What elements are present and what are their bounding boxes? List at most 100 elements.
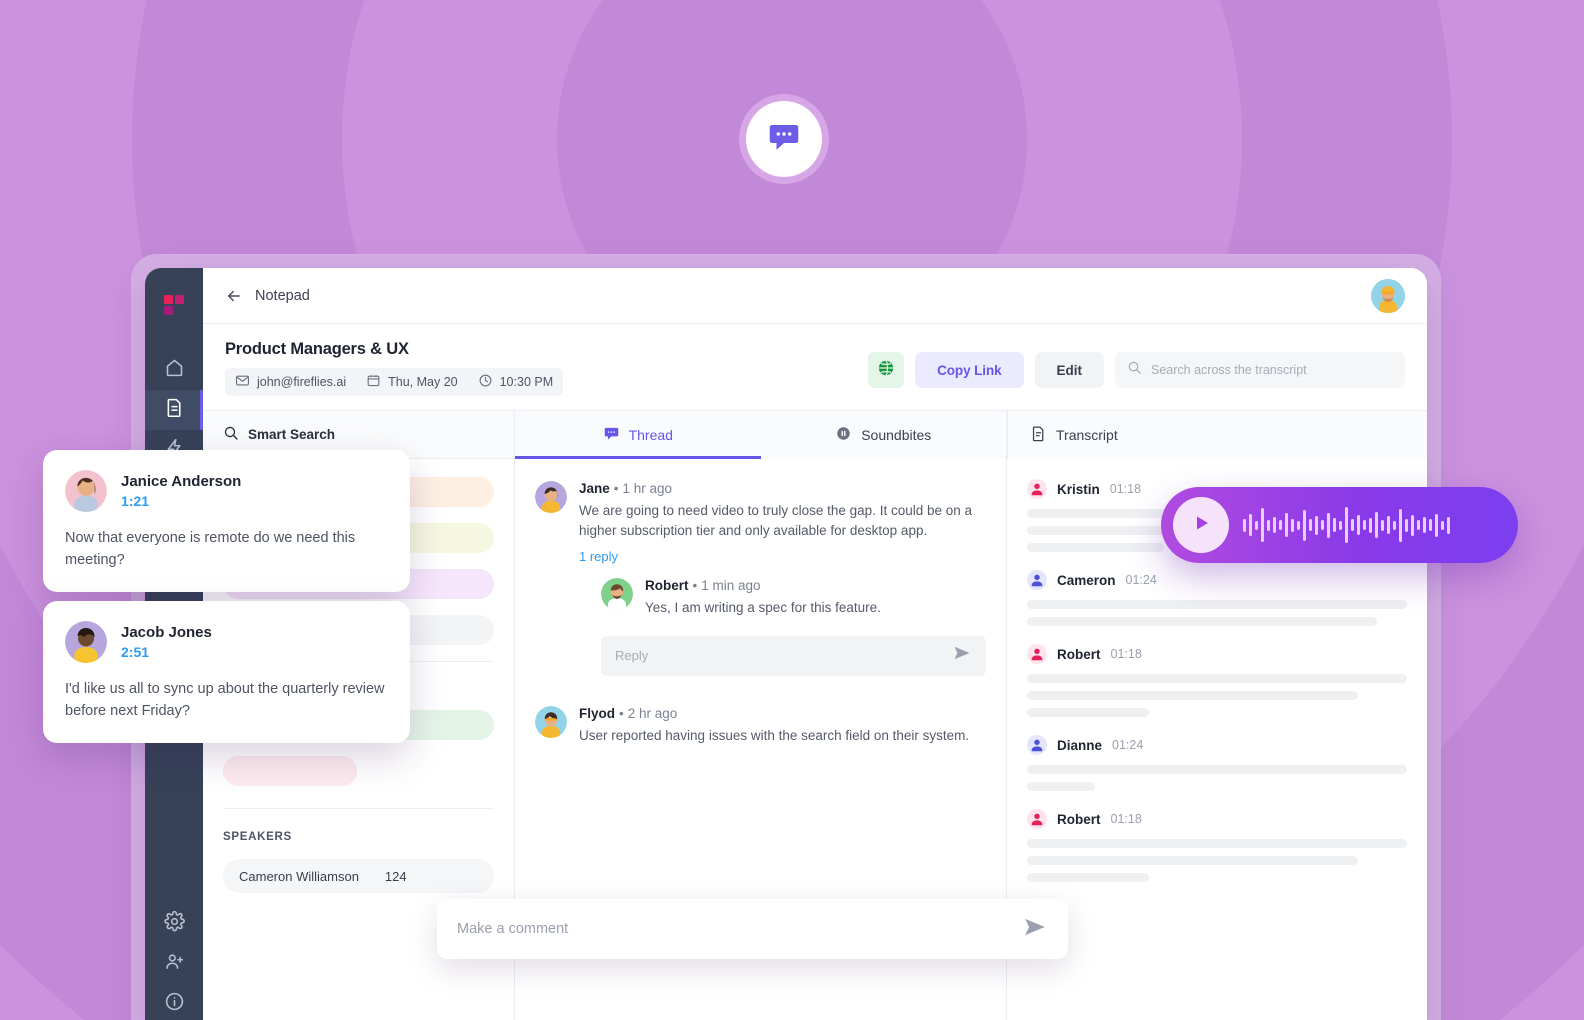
- app-badge: [746, 101, 822, 177]
- floating-comment-header: Janice Anderson 1:21: [65, 470, 388, 512]
- comment-text: User reported having issues with the sea…: [579, 727, 970, 743]
- meeting-actions: Copy Link Edit Search across the transcr…: [868, 340, 1405, 388]
- avatar: [65, 470, 107, 512]
- transcript-speaker: Robert: [1057, 646, 1101, 662]
- sidebar-item-invite[interactable]: [145, 944, 203, 984]
- avatar: [535, 481, 567, 513]
- back-arrow-icon[interactable]: [225, 287, 243, 305]
- person-icon: [1027, 735, 1047, 755]
- reply-body: Robert • 1 min ago Yes, I am writing a spe…: [645, 578, 986, 618]
- separator-dot: •: [619, 705, 624, 721]
- transcript-line-placeholder: [1027, 691, 1358, 700]
- speaker-count: 124: [384, 868, 407, 884]
- avatar[interactable]: [1371, 278, 1405, 313]
- transcript-entry[interactable]: Dianne 01:24: [1027, 735, 1407, 791]
- edit-button[interactable]: Edit: [1034, 352, 1104, 388]
- fireflies-logo[interactable]: [159, 290, 189, 320]
- play-button[interactable]: [1173, 497, 1229, 553]
- sentiment-pill-placeholder[interactable]: [223, 756, 357, 786]
- document-icon: [1030, 425, 1047, 445]
- transcript-time: 01:18: [1109, 482, 1142, 496]
- transcript-line-placeholder: [1027, 856, 1358, 865]
- sidebar-item-home[interactable]: [145, 350, 203, 390]
- chat-bubble-icon: [766, 119, 802, 160]
- send-icon[interactable]: [952, 643, 972, 668]
- search-placeholder: Search across the transcript: [1151, 363, 1307, 377]
- transcript-speaker: Kristin: [1057, 481, 1100, 497]
- transcript-entry[interactable]: Cameron 01:24: [1027, 570, 1407, 626]
- copy-link-button[interactable]: Copy Link: [915, 352, 1024, 388]
- thread-comment: Jane • 1 hr ago We are going to need video…: [535, 481, 986, 676]
- share-public-button[interactable]: [868, 352, 905, 388]
- search-input[interactable]: Search across the transcript: [1115, 352, 1405, 388]
- audio-player[interactable]: [1161, 487, 1518, 563]
- play-icon: [1189, 511, 1213, 540]
- transcript-time: 01:18: [1110, 812, 1142, 826]
- tab-transcript-label: Transcript: [1056, 427, 1118, 443]
- tab-transcript[interactable]: Transcript: [1007, 411, 1427, 459]
- mail-icon: [235, 373, 250, 391]
- transcript-time: 01:24: [1112, 738, 1144, 752]
- sentiment-row: [223, 756, 494, 786]
- meeting-title: Product Managers & UX: [225, 340, 409, 358]
- sidebar-item-settings[interactable]: [145, 904, 203, 944]
- thread-comment: Flyod • 2 hr ago User reported having issu…: [535, 705, 986, 746]
- transcript-line-placeholder: [1027, 839, 1407, 848]
- floating-comment-text: Now that everyone is remote do we need t…: [65, 530, 356, 568]
- transcript-line-placeholder: [1027, 873, 1149, 882]
- comment-time: 1 hr ago: [622, 481, 673, 496]
- audio-waveform[interactable]: [1243, 505, 1450, 545]
- transcript-line-placeholder: [1027, 708, 1149, 717]
- floating-comment-card[interactable]: Jacob Jones 2:51 I'd like us all to sync…: [43, 601, 410, 743]
- tab-thread[interactable]: Thread: [515, 411, 761, 459]
- floating-comment-text: I'd like us all to sync up about the qua…: [65, 681, 385, 719]
- transcript-speaker: Cameron: [1057, 572, 1116, 588]
- floating-comment-timestamp[interactable]: 1:21: [121, 493, 241, 509]
- comment-time: 2 hr ago: [627, 705, 678, 721]
- reply-placeholder: Reply: [615, 648, 649, 664]
- transcript-line-placeholder: [1027, 765, 1407, 774]
- transcript-line-placeholder: [1027, 543, 1164, 552]
- top-bar: Notepad: [203, 268, 1427, 324]
- speakers-label: SPEAKERS: [223, 831, 292, 843]
- transcript-entry[interactable]: Robert 01:18: [1027, 644, 1407, 717]
- floating-comment-author: Jacob Jones: [121, 624, 212, 641]
- transcript-line-placeholder: [1027, 782, 1096, 791]
- reply-count-link[interactable]: 1 reply: [579, 549, 986, 564]
- person-icon: [1027, 644, 1047, 664]
- transcript-entry-header: Robert 01:18: [1027, 644, 1407, 664]
- search-icon: [223, 425, 239, 444]
- tab-soundbites[interactable]: Soundbites: [761, 411, 1007, 459]
- transcript-entry[interactable]: Robert 01:18: [1027, 809, 1407, 882]
- divider: [223, 808, 494, 809]
- floating-comment-meta: Janice Anderson 1:21: [121, 473, 241, 509]
- tab-thread-label: Thread: [628, 427, 673, 443]
- info-icon: [164, 991, 185, 1017]
- reply-input[interactable]: Reply: [601, 635, 986, 676]
- transcript-entry-header: Cameron 01:24: [1027, 570, 1407, 590]
- globe-icon: [876, 358, 896, 383]
- meeting-date: Thu, May 20: [388, 375, 458, 389]
- send-icon[interactable]: [1022, 914, 1048, 945]
- floating-comment-card[interactable]: Janice Anderson 1:21 Now that everyone i…: [43, 450, 410, 592]
- transcript-time: 01:24: [1125, 573, 1157, 587]
- comment-header: Jane • 1 hr ago: [579, 481, 986, 496]
- transcript-line-placeholder: [1027, 674, 1407, 683]
- meeting-email: john@fireflies.ai: [257, 375, 347, 389]
- transcript-speaker: Dianne: [1057, 737, 1103, 753]
- reply-author: Robert: [645, 578, 689, 594]
- comment-input-bar[interactable]: Make a comment: [437, 899, 1068, 959]
- speaker-item[interactable]: Cameron Williamson 124: [223, 859, 494, 893]
- floating-comment-timestamp[interactable]: 2:51: [121, 644, 212, 660]
- smart-search-label: Smart Search: [248, 427, 336, 442]
- soundbite-icon: [835, 425, 852, 445]
- sidebar-item-notes[interactable]: [145, 390, 203, 430]
- thread-reply: Robert • 1 min ago Yes, I am writing a spe…: [601, 578, 986, 618]
- avatar: [535, 705, 567, 738]
- sidebar-item-info[interactable]: [145, 984, 203, 1020]
- transcript-entry-header: Dianne 01:24: [1027, 735, 1407, 755]
- comment-body: Jane • 1 hr ago We are going to need video…: [579, 481, 986, 676]
- speaker-name: Cameron Williamson: [239, 868, 359, 884]
- add-person-icon: [164, 951, 185, 977]
- nav-rail-bottom: [145, 904, 203, 1020]
